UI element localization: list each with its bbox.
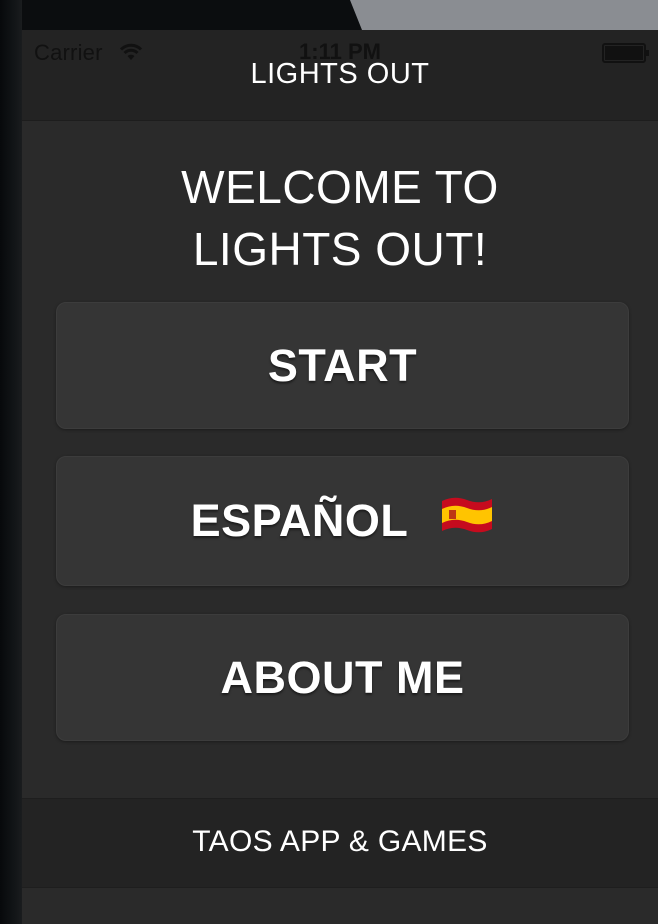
app-screen: Carrier 1:11 PM LIGHTS OUT WELCOME TO LI…	[22, 30, 658, 924]
background-window-edge	[350, 0, 658, 30]
espanol-button[interactable]: ESPAÑOL	[56, 456, 629, 586]
footer-text: TAOS APP & GAMES	[192, 825, 488, 858]
welcome-line-2: LIGHTS OUT!	[192, 223, 488, 275]
spain-flag-icon	[442, 497, 493, 533]
start-button-label: START	[267, 339, 418, 391]
about-me-button[interactable]: ABOUT ME	[56, 614, 629, 741]
welcome-line-1: WELCOME TO	[181, 161, 499, 213]
espanol-button-label: ESPAÑOL	[190, 495, 409, 546]
nav-title: LIGHTS OUT	[250, 58, 430, 90]
about-me-button-label: ABOUT ME	[220, 651, 465, 703]
start-button[interactable]: START	[56, 302, 629, 429]
footer-bar: TAOS APP & GAMES	[22, 798, 658, 888]
device-edge	[0, 0, 22, 924]
welcome-heading: WELCOME TO LIGHTS OUT!	[22, 156, 658, 280]
navigation-bar: Carrier 1:11 PM LIGHTS OUT	[22, 30, 658, 121]
